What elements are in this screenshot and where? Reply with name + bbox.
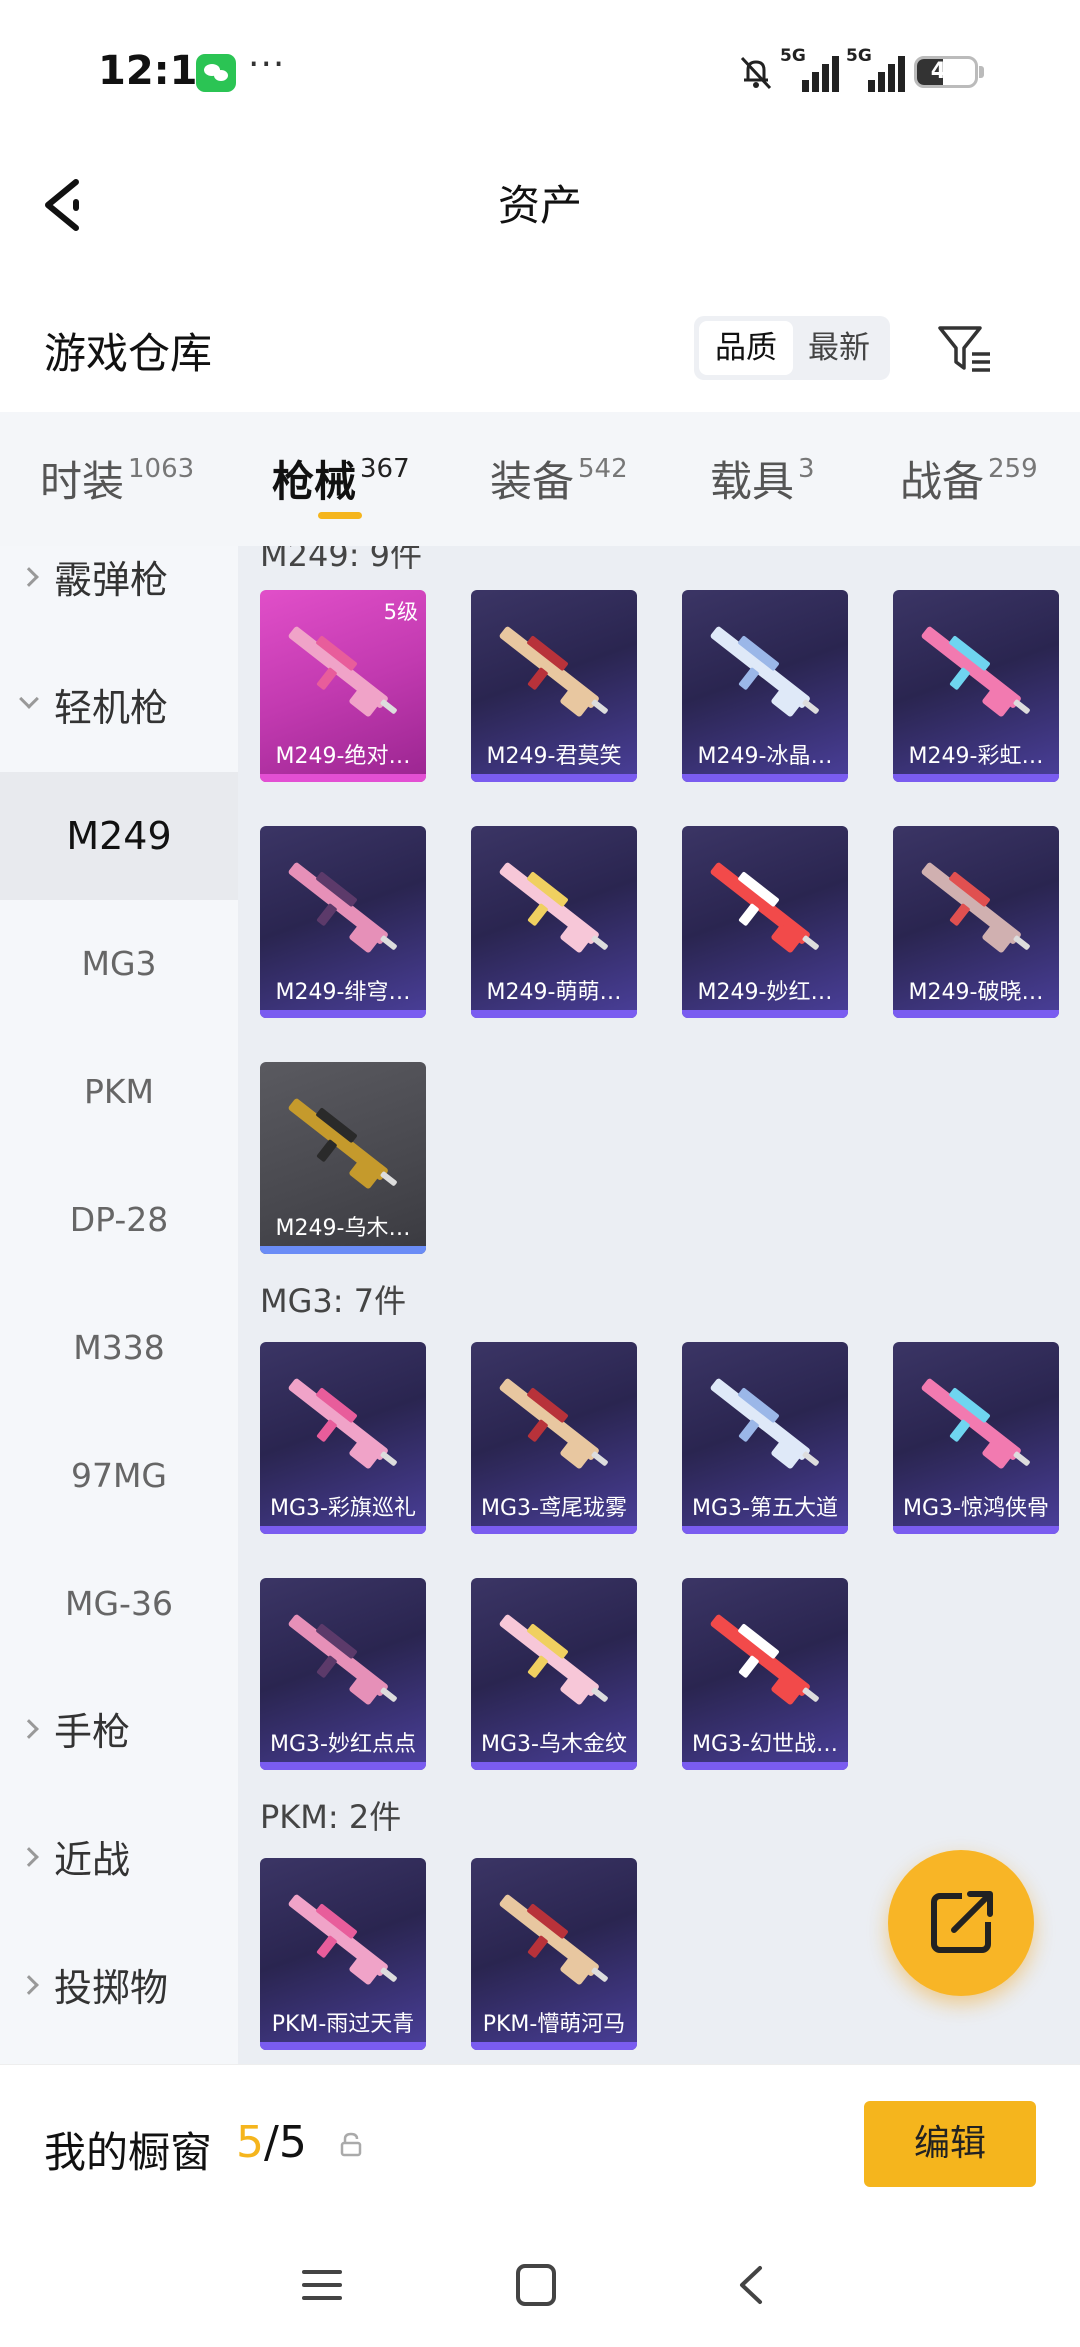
more-notifications-icon: ··· xyxy=(248,44,286,85)
chevron-right-icon xyxy=(19,567,39,587)
home-icon[interactable] xyxy=(506,2260,566,2310)
weapon-skin-card[interactable]: M249-萌萌… xyxy=(471,826,637,1018)
weapon-skin-card[interactable]: M249-绯穹… xyxy=(260,826,426,1018)
weapon-skin-name: MG3-乌木金纹 xyxy=(481,1732,627,1757)
filter-icon[interactable] xyxy=(934,318,994,378)
sidebar-item-lmg[interactable]: 轻机枪 xyxy=(0,644,238,772)
showcase-count: 5/5 xyxy=(236,2117,307,2168)
weapon-skin-card[interactable]: M249-妙红… xyxy=(682,826,848,1018)
weapon-skin-name: PKM-雨过天青 xyxy=(271,2012,415,2037)
weapon-grid: M249: 9件 M249-绝对… 5级 M249-君莫笑 M249-冰晶… M249-… xyxy=(238,546,1080,2064)
tab-firearms[interactable]: 枪械 367 xyxy=(272,412,410,546)
weapon-skin-name: M249-乌木… xyxy=(275,1216,411,1241)
sidebar-item-throwable[interactable]: 投掷物 xyxy=(0,1924,238,2052)
weapon-skin-name: M249-绯穹… xyxy=(275,980,411,1005)
chevron-right-icon xyxy=(19,1847,39,1867)
section-header-pkm: PKM: 2件 xyxy=(260,1798,402,1836)
sort-latest-button[interactable]: 最新 xyxy=(792,321,886,375)
mute-bell-icon xyxy=(740,56,772,90)
weapon-skin-card[interactable]: M249-破晓… xyxy=(893,826,1059,1018)
weapon-type-sidebar: 霰弹枪 轻机枪 M249 MG3 PKM DP-28 M338 97MG MG-… xyxy=(0,546,238,2064)
tab-equipment[interactable]: 装备 542 xyxy=(490,412,628,546)
status-bar: 12:11 ··· 5G 5G 45 xyxy=(0,0,1080,140)
signal-5g-icon: 5G xyxy=(846,46,906,92)
section-header-m249: M249: 9件 xyxy=(260,546,423,574)
sidebar-item-dp28[interactable]: DP-28 xyxy=(0,1156,238,1284)
weapon-skin-card[interactable]: MG3-惊鸿侠骨 xyxy=(893,1342,1059,1534)
weapon-skin-card[interactable]: MG3-乌木金纹 xyxy=(471,1578,637,1770)
sort-quality-button[interactable]: 品质 xyxy=(699,321,793,375)
back-icon[interactable] xyxy=(722,2260,782,2310)
weapon-skin-name: M249-萌萌… xyxy=(486,980,622,1005)
sort-toggle: 品质 最新 xyxy=(694,316,890,380)
signal-5g-icon: 5G xyxy=(780,46,840,92)
chevron-right-icon xyxy=(19,1975,39,1995)
showcase-label: 我的橱窗 xyxy=(44,2128,213,2177)
chevron-right-icon xyxy=(19,1719,39,1739)
weapon-skin-name: M249-破晓… xyxy=(908,980,1044,1005)
level-badge: 5级 xyxy=(383,600,418,624)
weapon-skin-card[interactable]: M249-绝对… 5级 xyxy=(260,590,426,782)
showcase-bar: 我的橱窗 5/5 编辑 xyxy=(0,2064,1080,2224)
weapon-skin-card[interactable]: MG3-幻世战… xyxy=(682,1578,848,1770)
category-tabs: 时装 1063 枪械 367 装备 542 载具 3 战备 259 xyxy=(0,412,1080,546)
weapon-skin-card[interactable]: MG3-彩旗巡礼 xyxy=(260,1342,426,1534)
warehouse-title: 游戏仓库 xyxy=(44,329,213,378)
menu-icon[interactable] xyxy=(292,2260,352,2310)
weapon-skin-card[interactable]: M249-彩虹… xyxy=(893,590,1059,782)
page-title: 资产 xyxy=(497,181,582,230)
weapon-skin-card[interactable]: PKM-懵萌河马 xyxy=(471,1858,637,2050)
weapon-skin-card[interactable]: MG3-妙红点点 xyxy=(260,1578,426,1770)
sidebar-item-m338[interactable]: M338 xyxy=(0,1284,238,1412)
sidebar-item-mg36[interactable]: MG-36 xyxy=(0,1540,238,1668)
tab-fashion[interactable]: 时装 1063 xyxy=(40,412,194,546)
battery-icon: 45 xyxy=(914,56,978,88)
weapon-skin-name: PKM-懵萌河马 xyxy=(482,2012,626,2037)
sidebar-item-m249[interactable]: M249 xyxy=(0,772,238,900)
sidebar-item-melee[interactable]: 近战 xyxy=(0,1796,238,1924)
battery-level: 45 xyxy=(930,59,962,84)
weapon-skin-name: MG3-惊鸿侠骨 xyxy=(903,1496,1049,1521)
weapon-skin-card[interactable]: MG3-第五大道 xyxy=(682,1342,848,1534)
weapon-skin-card[interactable]: M249-乌木… xyxy=(260,1062,426,1254)
weapon-skin-card[interactable]: M249-君莫笑 xyxy=(471,590,637,782)
weapon-skin-card[interactable]: PKM-雨过天青 xyxy=(260,1858,426,2050)
active-tab-indicator xyxy=(318,512,362,519)
tab-vehicles[interactable]: 载具 3 xyxy=(710,412,815,546)
weapon-skin-name: M249-绝对… xyxy=(275,744,411,769)
weapon-skin-name: M249-冰晶… xyxy=(697,744,833,769)
weapon-skin-name: M249-妙红… xyxy=(697,980,833,1005)
weapon-skin-name: MG3-幻世战… xyxy=(692,1732,838,1757)
wechat-icon xyxy=(196,54,236,92)
sidebar-item-pkm[interactable]: PKM xyxy=(0,1028,238,1156)
weapon-skin-name: MG3-第五大道 xyxy=(692,1496,838,1521)
weapon-skin-name: MG3-彩旗巡礼 xyxy=(270,1496,416,1521)
share-icon[interactable] xyxy=(888,1850,1034,1996)
sidebar-item-pistol[interactable]: 手枪 xyxy=(0,1668,238,1796)
chevron-down-icon xyxy=(19,689,39,709)
sidebar-item-97mg[interactable]: 97MG xyxy=(0,1412,238,1540)
section-header-mg3: MG3: 7件 xyxy=(260,1282,407,1320)
edit-button[interactable]: 编辑 xyxy=(864,2101,1036,2187)
lock-icon xyxy=(340,2132,362,2157)
weapon-skin-card[interactable]: MG3-鸢尾珑雾 xyxy=(471,1342,637,1534)
tab-supplies[interactable]: 战备 259 xyxy=(900,412,1038,546)
system-nav-bar xyxy=(0,2224,1080,2347)
weapon-skin-name: MG3-妙红点点 xyxy=(270,1732,416,1757)
weapon-skin-name: M249-彩虹… xyxy=(908,744,1044,769)
weapon-skin-name: MG3-鸢尾珑雾 xyxy=(481,1496,627,1521)
sidebar-item-shotgun[interactable]: 霰弹枪 xyxy=(0,546,238,644)
sidebar-item-mg3[interactable]: MG3 xyxy=(0,900,238,1028)
weapon-skin-card[interactable]: M249-冰晶… xyxy=(682,590,848,782)
weapon-skin-name: M249-君莫笑 xyxy=(486,744,622,769)
